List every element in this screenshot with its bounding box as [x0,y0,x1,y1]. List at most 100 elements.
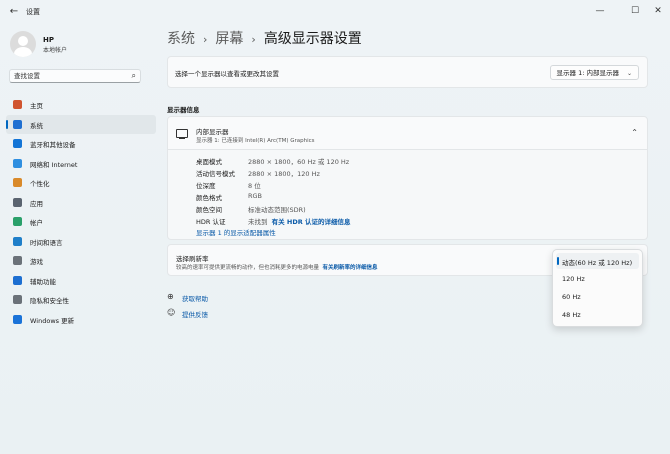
globe-icon [13,236,22,246]
brush-icon [13,178,22,187]
sidebar-item[interactable]: 帐户 [6,212,156,232]
sidebar-item[interactable]: 隐私和安全性 [6,290,156,310]
prop-value: 8 位 [248,182,261,190]
update-icon [13,314,22,324]
sidebar-item-label: 隐私和安全性 [30,297,69,305]
settings-window: ← 设置 — ☐ ✕ HP 本地帐户 ⌕ 主页系统蓝牙和其他设备网络和 Inte… [0,0,670,454]
account-icon [13,217,22,226]
refresh-option-48[interactable]: 48 Hz [556,307,639,323]
avatar-head-icon [18,36,28,46]
section-title: 显示器信息 [167,106,200,114]
refresh-option-label: 120 Hz [562,275,585,283]
sidebar-item[interactable]: 游戏 [6,251,156,271]
feedback-icon: ☺ [167,308,176,317]
display-select-label: 选择一个显示器以查看或更改其设置 [175,70,279,78]
sidebar-item-label: 蓝牙和其他设备 [30,141,76,149]
sidebar-item[interactable]: 应用 [6,193,156,213]
sidebar-item-label: 时间和语言 [30,238,63,247]
sidebar-item[interactable]: 辅助功能 [6,271,156,291]
monitor-icon [176,129,188,139]
refresh-rate-info-link[interactable]: 有关刷新率的详细信息 [323,265,378,271]
avatar-body-icon [14,47,32,57]
search-icon[interactable]: ⌕ [132,71,136,81]
breadcrumb-separator-icon: › [251,33,256,46]
refresh-option-label: 48 Hz [562,311,581,319]
user-account-type: 本地帐户 [43,47,68,54]
refresh-option-60[interactable]: 60 Hz [556,289,639,305]
avatar[interactable] [10,31,36,57]
refresh-rate-title: 选择刷新率 [176,255,209,263]
help-icon: ⊕ [167,292,174,301]
sidebar-item-label: 应用 [30,199,43,208]
hdr-label: HDR 认证 [196,218,226,226]
minimize-button[interactable]: — [590,4,610,18]
user-name: HP [43,36,54,44]
accessibility-icon [13,275,22,285]
breadcrumb-system[interactable]: 系统 [167,31,195,47]
prop-value: 2880 × 1800，60 Hz 或 120 Hz [248,158,350,166]
wifi-icon [13,158,22,168]
search-box[interactable]: ⌕ [9,69,141,83]
prop-label: 颜色格式 [196,194,222,202]
display-select-dropdown[interactable]: 显示器 1: 内部显示器 ⌄ [549,65,639,80]
sidebar-item-label: 网络和 Internet [30,160,78,169]
hdr-status: 未找到 [248,218,268,226]
chevron-down-icon: ⌄ [626,70,632,77]
system-icon [13,119,22,129]
refresh-rate-description-text: 较高的速率可提供更流畅的动作，但也消耗更多的电源电量 [176,265,320,271]
breadcrumb: 系统 › 屏幕 › 高级显示器设置 [167,28,362,48]
display-info-subtitle: 显示器 1: 已连接到 Intel(R) Arc(TM) Graphics [196,138,315,144]
bluetooth-icon [13,139,22,148]
hdr-value: 未找到 有关 HDR 认证的详细信息 [248,216,351,226]
breadcrumb-display[interactable]: 屏幕 [215,31,243,47]
refresh-option-dynamic[interactable]: 动态(60 Hz 或 120 Hz) [556,253,639,269]
refresh-option-label: 动态(60 Hz 或 120 Hz) [562,259,633,267]
display-select-value: 显示器 1: 内部显示器 [556,69,619,77]
display-info-title: 内部显示器 [196,128,229,136]
sidebar-item[interactable]: 时间和语言 [6,232,156,252]
sidebar-item[interactable]: 系统 [6,114,156,134]
prop-value: 标准动态范围(SDR) [248,206,306,214]
title-bar: ← 设置 — ☐ ✕ [0,0,670,24]
adapter-properties-link[interactable]: 显示器 1 的显示适配器属性 [196,227,276,237]
maximize-button[interactable]: ☐ [625,4,645,18]
display-select-row: 选择一个显示器以查看或更改其设置 显示器 1: 内部显示器 ⌄ [167,56,648,88]
prop-label: 位深度 [196,182,216,190]
sidebar-nav: 主页系统蓝牙和其他设备 网络和 Internet 个性化应用帐户时间和语言游戏辅助功… [6,95,156,329]
page-title: 高级显示器设置 [263,31,362,47]
chevron-up-icon[interactable]: ⌃ [631,128,638,137]
sidebar-item-label: 主页 [30,102,43,110]
sidebar-item-label: 辅助功能 [30,277,56,286]
hdr-info-link[interactable]: 有关 HDR 认证的详细信息 [272,218,351,226]
feedback-label: 提供反馈 [182,311,208,319]
refresh-option-120[interactable]: 120 Hz [556,271,639,287]
sidebar-item-label: 游戏 [30,258,43,266]
shield-icon [13,295,22,304]
refresh-rate-menu: 动态(60 Hz 或 120 Hz) 120 Hz 60 Hz 48 Hz [552,249,643,327]
sidebar-item[interactable]: Windows 更新 [6,310,156,330]
sidebar-item[interactable]: 网络和 Internet [6,154,156,174]
sidebar-item-label: 个性化 [30,180,50,188]
back-arrow-icon[interactable]: ← [8,6,20,18]
sidebar-item-label: 帐户 [30,219,43,227]
game-icon [13,256,22,265]
display-info-header[interactable]: 内部显示器 显示器 1: 已连接到 Intel(R) Arc(TM) Graph… [167,116,648,150]
sidebar-item-label: Windows 更新 [30,316,75,325]
sidebar-item[interactable]: 个性化 [6,173,156,193]
prop-label: 桌面模式 [196,158,222,166]
sidebar-item[interactable]: 主页 [6,95,156,115]
refresh-rate-description: 较高的速率可提供更流畅的动作，但也消耗更多的电源电量 有关刷新率的详细信息 [176,263,378,271]
display-info-body: 桌面模式 2880 × 1800，60 Hz 或 120 Hz 活动信号模式 2… [167,149,648,240]
close-button[interactable]: ✕ [648,4,668,18]
sidebar-item-label: 系统 [30,121,43,130]
prop-label: 颜色空间 [196,206,222,214]
refresh-option-label: 60 Hz [562,293,581,301]
breadcrumb-separator-icon: › [203,33,208,46]
search-input[interactable] [14,71,124,81]
sidebar-item[interactable]: 蓝牙和其他设备 [6,134,156,154]
prop-label: 活动信号模式 [196,170,235,178]
home-icon [13,100,22,109]
prop-value: 2880 × 1800，120 Hz [248,170,320,178]
apps-icon [13,197,22,207]
get-help-label: 获取帮助 [182,295,208,303]
